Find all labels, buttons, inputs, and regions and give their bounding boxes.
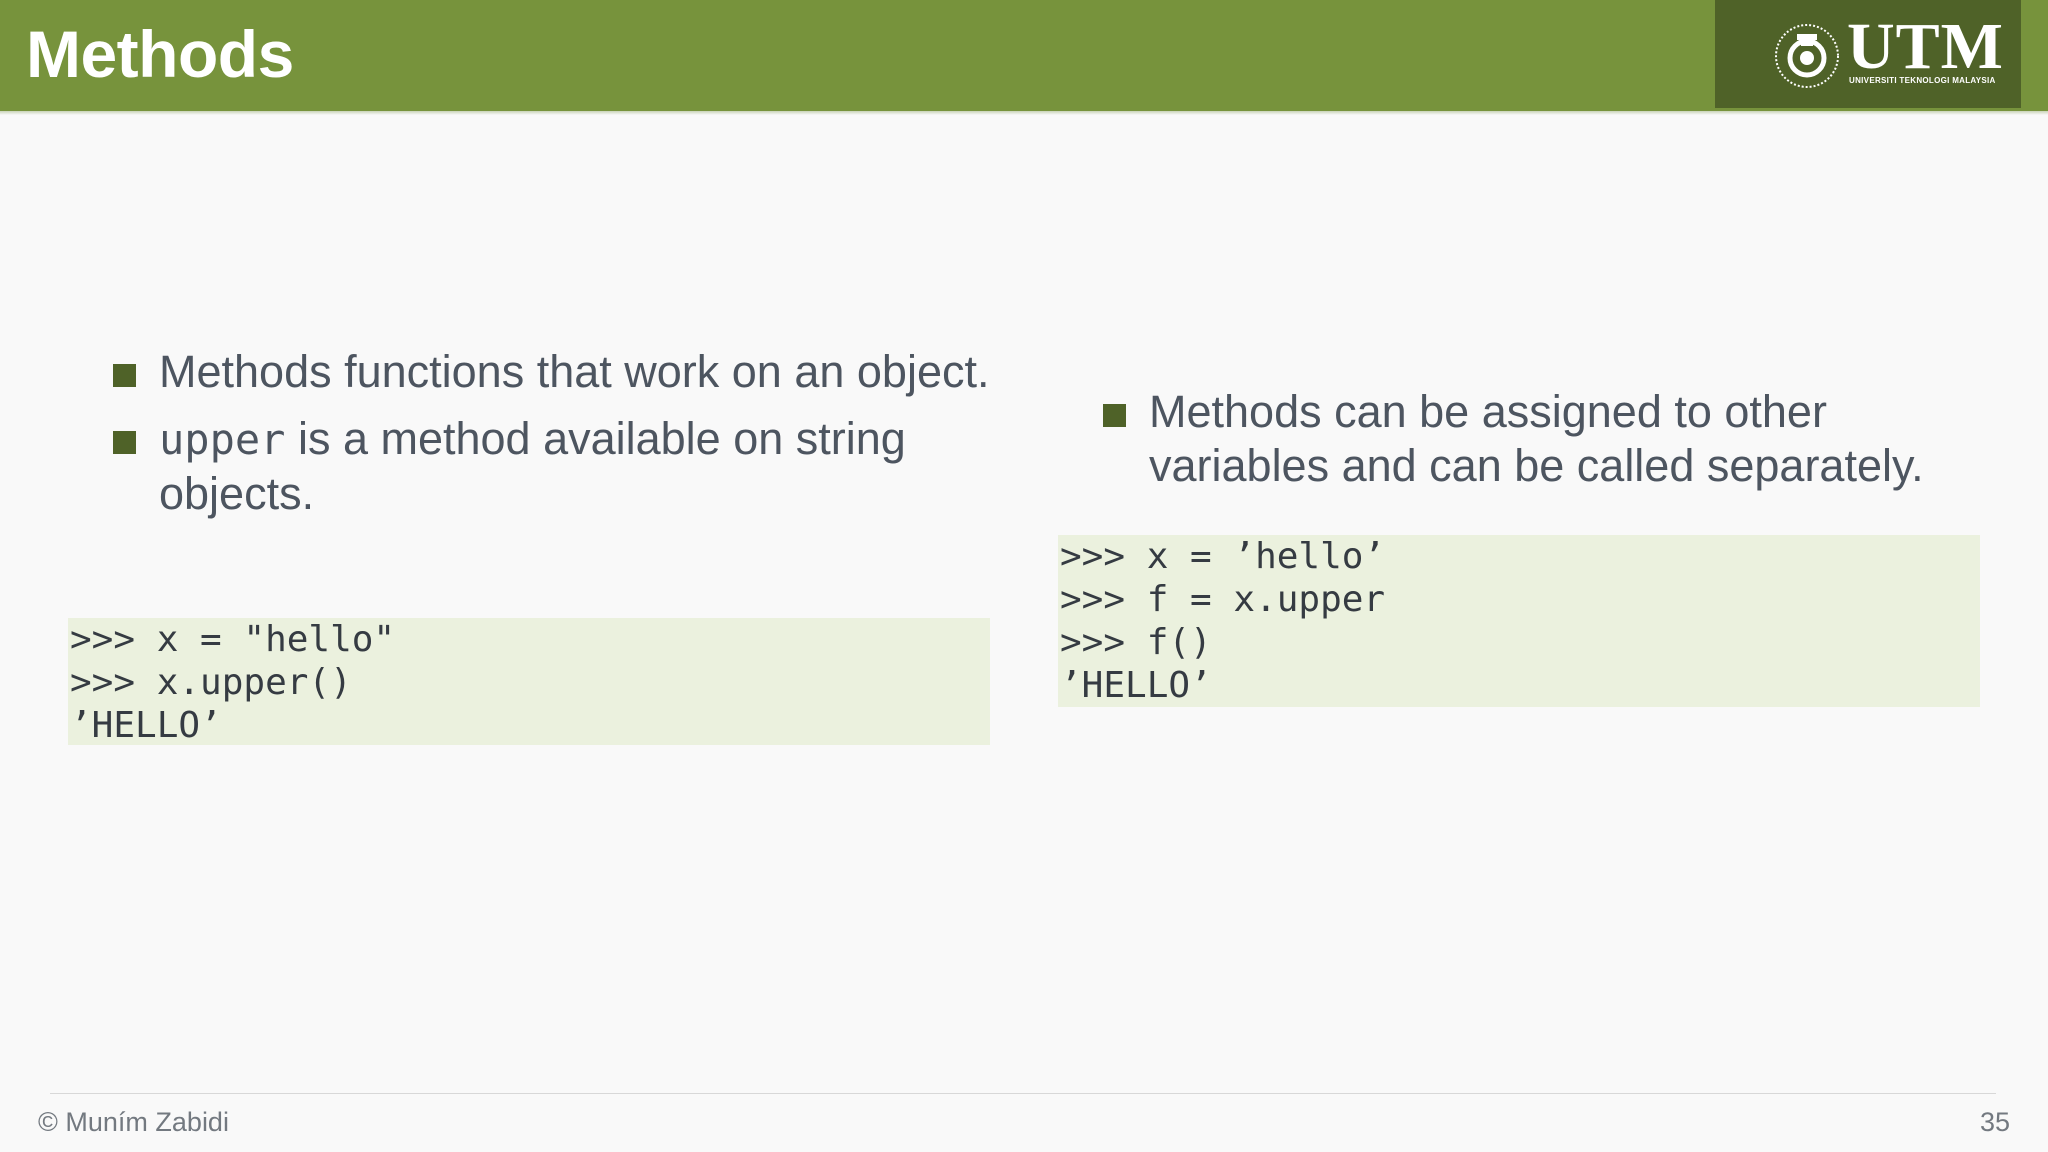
bullet-item: Methods functions that work on an object… [68,345,990,399]
left-column: Methods functions that work on an object… [68,345,990,534]
bullet-square-icon [113,431,136,454]
utm-emblem-icon [1775,24,1839,88]
bullet-text: Methods functions that work on an object… [159,346,990,397]
bullet-text: Methods can be assigned to other variabl… [1149,386,1924,491]
slide-title: Methods [26,17,294,91]
bullet-square-icon [113,364,136,387]
right-column: Methods can be assigned to other variabl… [1058,385,1980,506]
right-bullet-list: Methods can be assigned to other variabl… [1058,385,1980,493]
bullet-square-icon [1103,404,1126,427]
utm-logo-text: UTM [1847,10,2004,83]
utm-logo-subtitle: UNIVERSITI TEKNOLOGI MALAYSIA [1849,76,1996,85]
bullet-item: Methods can be assigned to other variabl… [1058,385,1980,493]
left-code-block: >>> x = "hello" >>> x.upper() ’HELLO’ [68,618,990,746]
inline-code: upper [159,415,286,464]
footer-divider [50,1093,1996,1094]
footer-author: © Muním Zabidi [38,1107,229,1137]
right-code-block: >>> x = ’hello’ >>> f = x.upper >>> f() … [1058,535,1980,707]
slide-header: Methods UTM UNIVERSITI TEKNOLOGI MALAYSI… [0,0,2048,111]
bullet-item: upper is a method available on string ob… [68,412,990,521]
page-number: 35 [1979,1107,2010,1137]
utm-logo: UTM UNIVERSITI TEKNOLOGI MALAYSIA [1715,0,2021,108]
header-shadow [0,111,2048,115]
left-bullet-list: Methods functions that work on an object… [68,345,990,521]
